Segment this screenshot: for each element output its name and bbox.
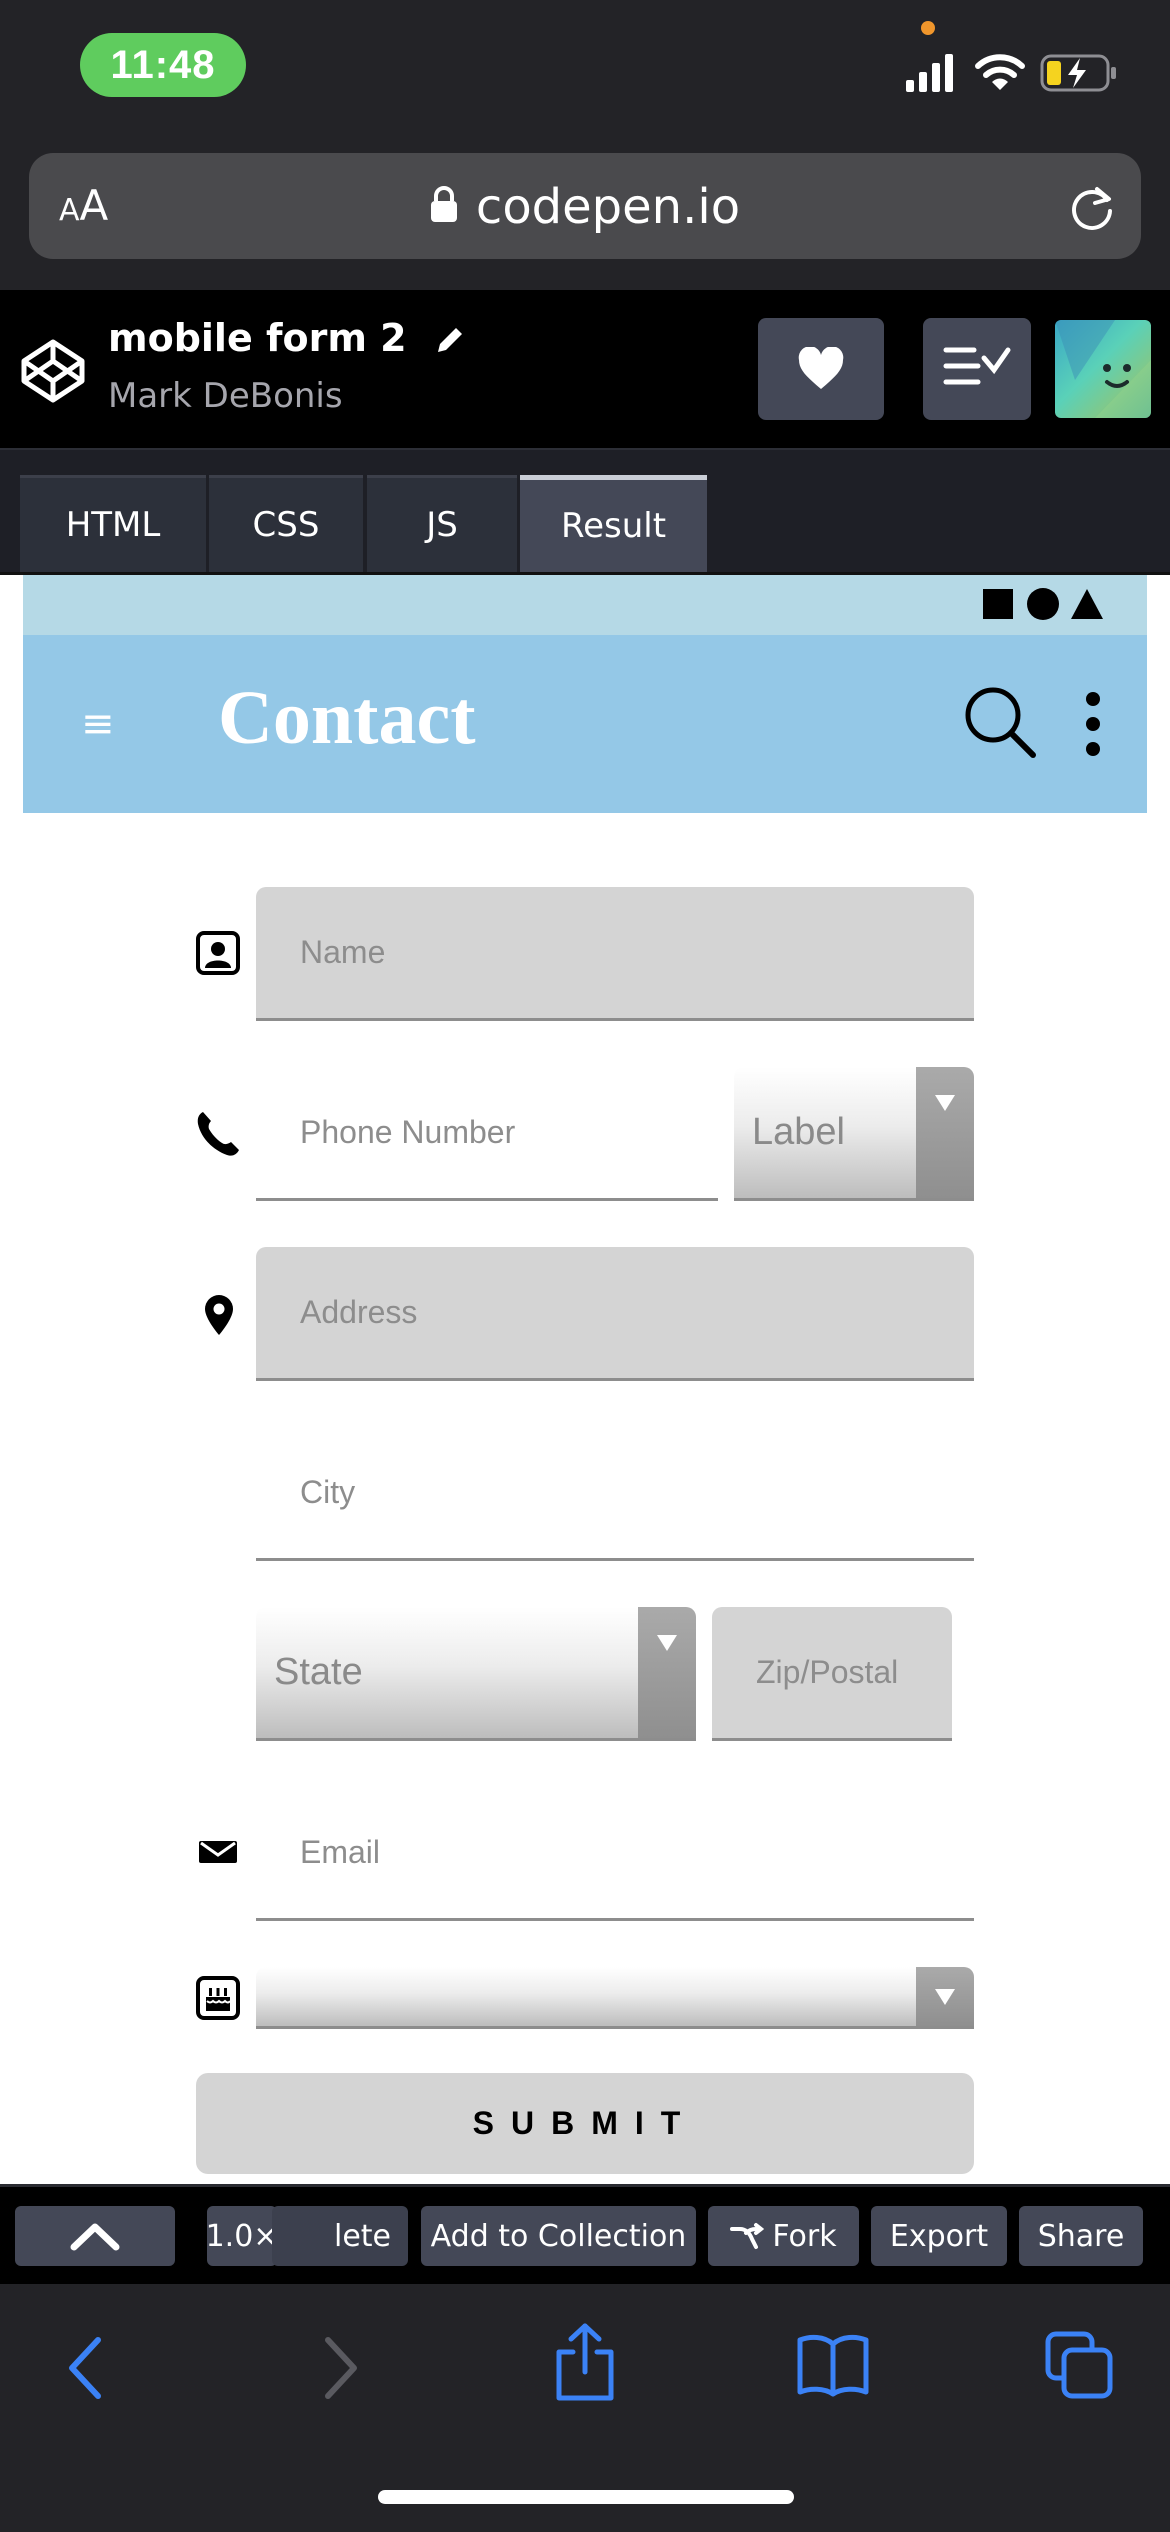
birthday-select[interactable] xyxy=(256,1967,974,2029)
heart-icon xyxy=(798,347,844,389)
email-field[interactable]: Email xyxy=(256,1787,974,1921)
app-status-bar xyxy=(23,575,1147,635)
phone-number-field[interactable]: Phone Number xyxy=(256,1067,718,1201)
forward-icon[interactable] xyxy=(320,2336,360,2400)
pen-title[interactable]: mobile form 2 xyxy=(108,316,466,360)
tab-result[interactable]: Result xyxy=(520,475,707,572)
share-button[interactable]: Share xyxy=(1019,2206,1143,2266)
email-icon xyxy=(199,1841,237,1863)
cellular-signal-icon xyxy=(906,54,953,92)
tab-js[interactable]: JS xyxy=(367,475,517,572)
address-field[interactable]: Address xyxy=(256,1247,974,1381)
delete-button[interactable]: lete xyxy=(272,2206,408,2266)
url-field[interactable]: codepen.io xyxy=(29,179,1141,235)
contact-icon xyxy=(196,931,240,975)
codepen-footer: 1.0× lete Add to Collection Fork Export … xyxy=(0,2184,1170,2284)
layout-icon xyxy=(943,347,1011,385)
result-preview: ≡ Contact Name Phone Number Label Addres… xyxy=(0,572,1170,2184)
tab-html[interactable]: HTML xyxy=(20,475,206,572)
chevron-up-icon xyxy=(70,2223,120,2251)
dropdown-arrow-icon xyxy=(916,1067,974,1198)
expand-console-button[interactable] xyxy=(15,2206,175,2266)
add-to-collection-button[interactable]: Add to Collection xyxy=(421,2206,696,2266)
phone-label-select-value: Label xyxy=(752,1111,845,1153)
app-toolbar: ≡ Contact xyxy=(23,635,1147,813)
status-time: 11:48 xyxy=(80,33,246,97)
home-indicator xyxy=(378,2490,794,2504)
dropdown-arrow-icon xyxy=(916,1967,974,2026)
location-pin-icon xyxy=(205,1295,233,1335)
circle-icon xyxy=(1027,588,1059,620)
avatar-face-icon xyxy=(1055,320,1151,418)
zip-postal-field[interactable]: Zip/Postal xyxy=(712,1607,952,1741)
edit-pencil-icon[interactable] xyxy=(432,324,466,358)
share-icon[interactable] xyxy=(553,2322,617,2402)
lock-icon xyxy=(430,186,457,222)
name-field[interactable]: Name xyxy=(256,887,974,1021)
tabs-icon[interactable] xyxy=(1044,2330,1114,2400)
user-avatar[interactable] xyxy=(1055,320,1151,418)
submit-button[interactable]: SUBMIT xyxy=(196,2073,974,2174)
layout-button[interactable] xyxy=(923,318,1031,420)
wifi-icon xyxy=(975,54,1025,90)
more-vert-icon[interactable] xyxy=(1083,689,1103,759)
search-icon[interactable] xyxy=(963,685,1039,761)
city-field[interactable]: City xyxy=(256,1427,974,1561)
zoom-button[interactable]: 1.0× xyxy=(207,2206,277,2266)
editor-tabs: HTML CSS JS Result xyxy=(0,448,1170,572)
birthday-cake-icon xyxy=(196,1976,240,2020)
triangle-icon xyxy=(1071,589,1103,619)
codepen-logo-icon[interactable] xyxy=(20,338,86,404)
menu-icon[interactable]: ≡ xyxy=(81,701,115,747)
pen-author[interactable]: Mark DeBonis xyxy=(108,376,343,416)
app-title: Contact xyxy=(218,676,476,760)
dropdown-arrow-icon xyxy=(638,1607,696,1738)
privacy-indicator-dot xyxy=(921,21,935,35)
fork-icon xyxy=(730,2223,765,2249)
state-select-value: State xyxy=(274,1651,363,1693)
reload-icon[interactable] xyxy=(1067,183,1117,233)
phone-icon xyxy=(197,1112,239,1156)
square-icon xyxy=(983,589,1013,619)
back-icon[interactable] xyxy=(66,2336,106,2400)
bookmarks-icon[interactable] xyxy=(796,2332,870,2398)
tab-css[interactable]: CSS xyxy=(209,475,363,572)
address-bar[interactable]: AA codepen.io xyxy=(29,153,1141,259)
state-select[interactable]: State xyxy=(256,1607,696,1741)
phone-label-select[interactable]: Label xyxy=(734,1067,974,1201)
battery-charging-icon xyxy=(1040,54,1116,92)
export-button[interactable]: Export xyxy=(871,2206,1007,2266)
codepen-header: mobile form 2 Mark DeBonis xyxy=(0,290,1170,448)
url-text: codepen.io xyxy=(475,179,741,235)
status-bar: 11:48 xyxy=(0,0,1170,140)
like-button[interactable] xyxy=(758,318,884,420)
fork-button[interactable]: Fork xyxy=(708,2206,859,2266)
